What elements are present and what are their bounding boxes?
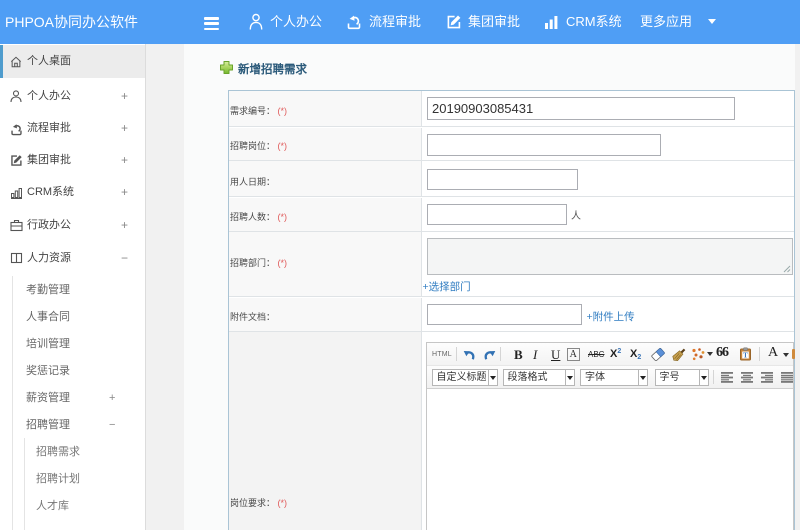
svg-text:T: T — [743, 352, 748, 360]
